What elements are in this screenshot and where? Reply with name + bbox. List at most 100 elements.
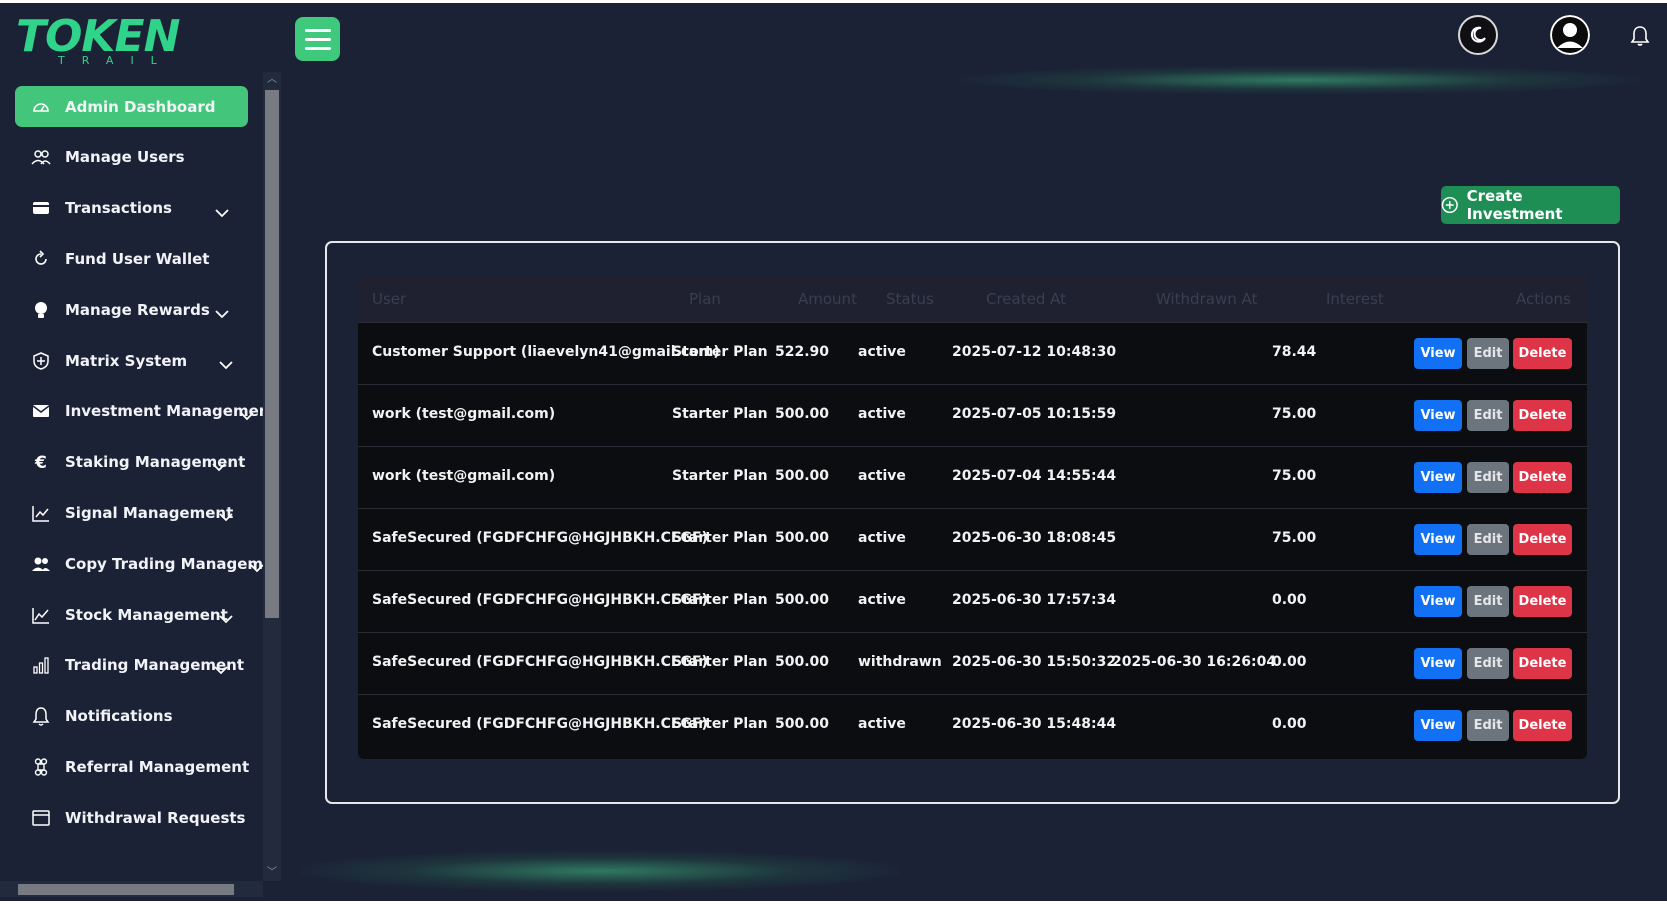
- footer-glow: [300, 851, 900, 891]
- cell-user: SafeSecured (FGDFCHFG@HGJHBKH.CFGF): [372, 716, 708, 732]
- user-avatar[interactable]: [1550, 15, 1590, 55]
- cell-amount: 500.00: [775, 592, 830, 608]
- envelope-icon: [31, 401, 51, 421]
- delete-button[interactable]: Delete: [1513, 586, 1572, 617]
- sidebar-item-admin-dashboard[interactable]: Admin Dashboard: [15, 86, 248, 127]
- cell-plan: Starter Plan: [672, 406, 768, 422]
- edit-button[interactable]: Edit: [1467, 648, 1509, 679]
- sidebar-item-matrix-system[interactable]: Matrix System: [15, 340, 248, 381]
- cell-created-at: 2025-06-30 17:57:34: [952, 592, 1117, 608]
- users-icon: [31, 147, 51, 167]
- cell-interest: 0.00: [1272, 716, 1307, 732]
- brand-logo[interactable]: TOKEN TRAIL: [16, 9, 186, 69]
- edit-button[interactable]: Edit: [1467, 710, 1509, 741]
- cell-plan: Starter Plan: [672, 716, 768, 732]
- cell-plan: Starter Plan: [672, 468, 768, 484]
- view-button[interactable]: View: [1414, 648, 1462, 679]
- sidebar-item-label: Manage Rewards: [65, 300, 210, 319]
- sidebar-item-manage-rewards[interactable]: Manage Rewards: [15, 289, 248, 330]
- cell-interest: 0.00: [1272, 654, 1307, 670]
- sidebar-item-label: Copy Trading Management: [65, 554, 263, 573]
- cell-status: active: [858, 406, 906, 422]
- theme-toggle-button[interactable]: [1458, 15, 1498, 55]
- sidebar-item-label: Referral Management: [65, 757, 250, 776]
- sidebar-item-label: Matrix System: [65, 351, 188, 370]
- scrollbar-thumb[interactable]: [265, 90, 279, 618]
- dashboard-icon: [31, 97, 51, 117]
- line-chart-icon: [31, 605, 51, 625]
- edit-button[interactable]: Edit: [1467, 462, 1509, 493]
- delete-button[interactable]: Delete: [1513, 710, 1572, 741]
- cell-amount: 522.90: [775, 344, 830, 360]
- menu-toggle-button[interactable]: [295, 17, 340, 61]
- table-row: SafeSecured (FGDFCHFG@HGJHBKH.CFGF) Start…: [358, 570, 1587, 632]
- edit-button[interactable]: Edit: [1467, 524, 1509, 555]
- sidebar-item-withdrawal-requests[interactable]: Withdrawal Requests: [15, 797, 248, 838]
- delete-button[interactable]: Delete: [1513, 462, 1572, 493]
- sidebar-horizontal-scrollbar[interactable]: [0, 881, 263, 897]
- scroll-down-arrow[interactable]: ﹀: [267, 868, 277, 878]
- trend-chart-icon: [31, 503, 51, 523]
- sidebar-item-trading-management[interactable]: Trading Management: [15, 645, 248, 686]
- bell-icon: [31, 706, 51, 726]
- header-glow: [960, 66, 1640, 94]
- sidebar-item-referral-management[interactable]: Referral Management: [15, 746, 250, 787]
- app-window: TOKEN TRAIL Admin Dashboard Manage Users T…: [0, 3, 1667, 901]
- cell-user: SafeSecured (FGDFCHFG@HGJHBKH.CFGF): [372, 654, 708, 670]
- cell-interest: 75.00: [1272, 530, 1317, 546]
- cell-amount: 500.00: [775, 716, 830, 732]
- header-status: Status: [886, 290, 934, 308]
- view-button[interactable]: View: [1414, 338, 1462, 369]
- edit-button[interactable]: Edit: [1467, 338, 1509, 369]
- view-button[interactable]: View: [1414, 462, 1462, 493]
- chevron-down-icon: [215, 305, 229, 323]
- chevron-down-icon: [219, 610, 233, 628]
- moon-icon: [1470, 26, 1486, 43]
- sidebar-item-copy-trading-management[interactable]: Copy Trading Management: [15, 543, 263, 584]
- create-investment-label: Create Investment: [1466, 187, 1563, 223]
- header-plan: Plan: [689, 290, 721, 308]
- notifications-bell-button[interactable]: [1630, 25, 1650, 47]
- sidebar-item-fund-user-wallet[interactable]: Fund User Wallet: [15, 238, 248, 279]
- sidebar-vertical-scrollbar[interactable]: ︿ ﹀: [263, 72, 281, 881]
- scrollbar-thumb[interactable]: [18, 884, 234, 895]
- cell-status: withdrawn: [858, 654, 942, 670]
- sidebar-item-manage-users[interactable]: Manage Users: [15, 137, 248, 178]
- cell-withdrawn-at: 2025-06-30 16:26:04: [1112, 654, 1277, 670]
- chevron-down-icon: [250, 559, 263, 577]
- sidebar-item-staking-management[interactable]: € Staking Management: [15, 442, 248, 483]
- cell-created-at: 2025-06-30 15:48:44: [952, 716, 1117, 732]
- delete-button[interactable]: Delete: [1513, 524, 1572, 555]
- cell-status: active: [858, 530, 906, 546]
- cell-amount: 500.00: [775, 654, 830, 670]
- delete-button[interactable]: Delete: [1513, 400, 1572, 431]
- view-button[interactable]: View: [1414, 586, 1462, 617]
- delete-button[interactable]: Delete: [1513, 648, 1572, 679]
- sidebar-item-notifications[interactable]: Notifications: [15, 696, 248, 737]
- header-withdrawn-at: Withdrawn At: [1156, 290, 1258, 308]
- card-icon: [31, 198, 51, 218]
- cell-user: SafeSecured (FGDFCHFG@HGJHBKH.CFGF): [372, 530, 708, 546]
- delete-button[interactable]: Delete: [1513, 338, 1572, 369]
- cell-interest: 78.44: [1272, 344, 1317, 360]
- sidebar-item-signal-management[interactable]: Signal Management: [15, 492, 248, 533]
- edit-button[interactable]: Edit: [1467, 400, 1509, 431]
- table-row: Customer Support (liaevelyn41@gmail.com)…: [358, 322, 1587, 384]
- cell-status: active: [858, 592, 906, 608]
- view-button[interactable]: View: [1414, 524, 1462, 555]
- table-row: SafeSecured (FGDFCHFG@HGJHBKH.CFGF) Start…: [358, 508, 1587, 570]
- sidebar-item-transactions[interactable]: Transactions: [15, 188, 248, 229]
- header-actions: Actions: [1516, 290, 1571, 308]
- sidebar-item-stock-management[interactable]: Stock Management: [15, 594, 248, 635]
- scroll-up-arrow[interactable]: ︿: [267, 75, 277, 85]
- sidebar-item-investment-management[interactable]: Investment Management: [15, 391, 263, 432]
- edit-button[interactable]: Edit: [1467, 586, 1509, 617]
- cell-interest: 0.00: [1272, 592, 1307, 608]
- cell-created-at: 2025-06-30 18:08:45: [952, 530, 1117, 546]
- view-button[interactable]: View: [1414, 710, 1462, 741]
- create-investment-button[interactable]: Create Investment: [1441, 186, 1620, 224]
- svg-text:€: €: [34, 453, 47, 472]
- view-button[interactable]: View: [1414, 400, 1462, 431]
- header-user: User: [372, 290, 407, 308]
- people-icon: [31, 554, 51, 574]
